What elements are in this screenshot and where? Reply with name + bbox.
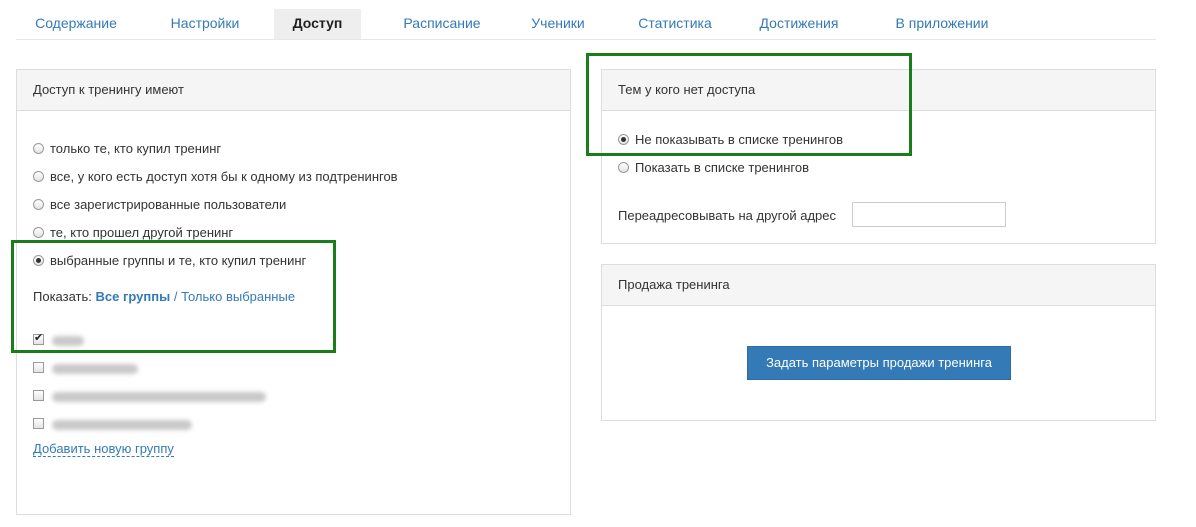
radio-icon[interactable] — [33, 199, 44, 210]
group-label-redacted — [52, 363, 138, 374]
access-panel: Доступ к тренингу имеют только те, кто к… — [16, 69, 571, 515]
checkbox-icon[interactable] — [33, 418, 44, 429]
group-label-redacted — [52, 419, 192, 430]
redirect-url-input[interactable] — [852, 202, 1006, 227]
tab-bar: Содержание Настройки Доступ Расписание У… — [16, 8, 1156, 40]
checkbox-icon[interactable] — [33, 390, 44, 401]
radio-icon[interactable] — [618, 162, 629, 173]
sale-panel-title: Продажа тренинга — [602, 265, 1155, 306]
group-item[interactable] — [33, 416, 192, 431]
radio-icon[interactable] — [33, 255, 44, 266]
tab-content[interactable]: Содержание — [24, 9, 128, 39]
access-option-registered[interactable]: все зарегистрированные пользователи — [33, 197, 286, 212]
group-label-redacted — [52, 335, 84, 346]
access-panel-title: Доступ к тренингу имеют — [17, 70, 570, 111]
hide-in-list-option[interactable]: Не показывать в списке тренингов — [618, 132, 843, 147]
tab-statistics[interactable]: Статистика — [629, 9, 721, 39]
checkbox-icon[interactable] — [33, 362, 44, 373]
sale-panel: Продажа тренинга Задать параметры продаж… — [601, 264, 1156, 421]
tab-access[interactable]: Доступ — [274, 9, 361, 39]
group-item[interactable] — [33, 331, 84, 347]
show-selected-groups-link[interactable]: Только выбранные — [181, 289, 295, 304]
radio-icon[interactable] — [33, 171, 44, 182]
tab-schedule[interactable]: Расписание — [392, 9, 492, 39]
tab-in-app[interactable]: В приложении — [887, 9, 997, 39]
tab-settings[interactable]: Настройки — [160, 9, 250, 39]
access-option-other-training[interactable]: те, кто прошел другой тренинг — [33, 225, 233, 240]
group-filter: Показать: Все группы / Только выбранные — [33, 289, 296, 304]
radio-icon[interactable] — [33, 143, 44, 154]
group-item[interactable] — [33, 360, 138, 375]
access-option-buyers[interactable]: только те, кто купил тренинг — [33, 141, 221, 156]
radio-icon[interactable] — [33, 227, 44, 238]
add-group-link[interactable]: Добавить новую группу — [33, 441, 174, 457]
no-access-panel: Тем у кого нет доступа Не показывать в с… — [601, 69, 1156, 244]
show-all-groups-link[interactable]: Все группы — [96, 289, 171, 304]
access-option-subtrainings[interactable]: все, у кого есть доступ хотя бы к одному… — [33, 169, 398, 184]
show-in-list-option[interactable]: Показать в списке тренингов — [618, 160, 809, 175]
tab-achievements[interactable]: Достижения — [753, 9, 845, 39]
add-group-row: Добавить новую группу — [33, 441, 174, 457]
set-sale-params-button[interactable]: Задать параметры продажи тренинга — [747, 346, 1011, 380]
group-item[interactable] — [33, 388, 266, 403]
no-access-panel-title: Тем у кого нет доступа — [602, 70, 1155, 111]
tab-students[interactable]: Ученики — [521, 9, 595, 39]
group-label-redacted — [52, 391, 266, 402]
redirect-label: Переадресовывать на другой адрес — [618, 208, 837, 223]
access-option-selected-groups[interactable]: выбранные группы и те, кто купил тренинг — [33, 253, 306, 268]
radio-icon[interactable] — [618, 134, 629, 145]
checkbox-icon[interactable] — [33, 331, 44, 345]
